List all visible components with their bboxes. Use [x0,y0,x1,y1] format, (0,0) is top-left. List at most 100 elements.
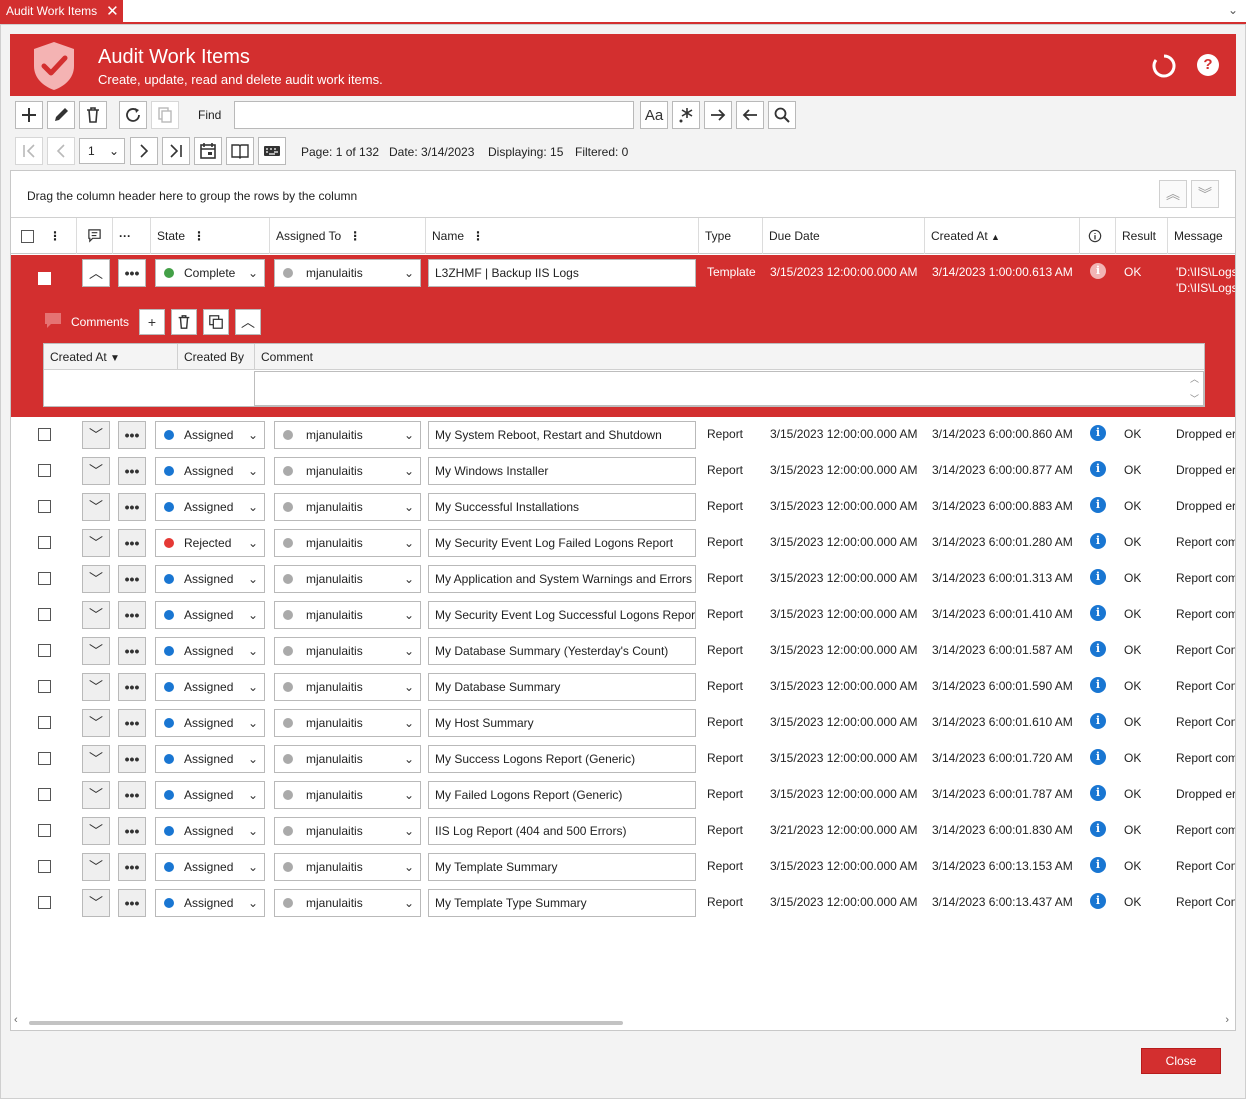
edit-button[interactable] [47,101,75,129]
select-all-checkbox[interactable] [21,230,34,243]
expand-row-button[interactable]: ﹀ [82,817,110,845]
column-header-message[interactable]: Message [1167,218,1235,254]
calendar-button[interactable] [194,137,222,165]
column-header-name[interactable]: Name ⋮ [425,218,698,254]
match-case-button[interactable]: Aa [640,101,668,129]
delete-button[interactable] [79,101,107,129]
row-checkbox[interactable] [38,536,51,549]
row-checkbox[interactable] [38,572,51,585]
row-actions-button[interactable]: ••• [118,817,146,845]
state-select[interactable]: Assigned ⌄ [155,565,265,593]
row-checkbox[interactable] [38,788,51,801]
name-input[interactable]: My Successful Installations [428,493,696,521]
info-icon[interactable]: i [1090,893,1106,909]
expand-row-button[interactable]: ﹀ [82,709,110,737]
row-checkbox[interactable] [38,272,51,285]
kebab-icon[interactable]: ⋮ [193,218,205,254]
kebab-icon[interactable]: ⋮ [472,218,484,254]
kebab-icon[interactable]: ⋮ [349,218,361,254]
group-panel[interactable]: Drag the column header here to group the… [11,171,1235,218]
assigned-to-select[interactable]: mjanulaitis ⌄ [274,637,421,665]
page-select[interactable]: 1 ⌄ [79,138,125,164]
comments-column-header[interactable] [76,218,112,254]
row-checkbox[interactable] [38,752,51,765]
expand-row-button[interactable]: ﹀ [82,673,110,701]
assigned-to-select[interactable]: mjanulaitis ⌄ [274,889,421,917]
state-select[interactable]: Assigned ⌄ [155,781,265,809]
expand-row-button[interactable]: ﹀ [82,601,110,629]
state-select[interactable]: Assigned ⌄ [155,817,265,845]
assigned-to-select[interactable]: mjanulaitis ⌄ [274,853,421,881]
name-input[interactable]: My Application and System Warnings and E… [428,565,696,593]
assigned-to-select[interactable]: mjanulaitis ⌄ [274,709,421,737]
refresh-button[interactable] [119,101,147,129]
assigned-to-select[interactable]: mjanulaitis ⌄ [274,457,421,485]
row-checkbox[interactable] [38,896,51,909]
row-actions-button[interactable]: ••• [118,709,146,737]
find-next-button[interactable] [704,101,732,129]
expand-row-button[interactable]: ﹀ [82,457,110,485]
column-header-info[interactable] [1079,218,1115,254]
name-input[interactable]: My Security Event Log Successful Logons … [428,601,696,629]
row-checkbox[interactable] [38,428,51,441]
actions-column-header[interactable]: ··· [112,218,150,254]
row-actions-button[interactable]: ••• [118,493,146,521]
next-page-button[interactable] [130,137,158,165]
scroll-left-icon[interactable]: ‹ [14,1014,18,1026]
table-row[interactable]: ﹀ ••• Assigned ⌄ mjanulaitis ⌄ My Securi… [11,597,1235,633]
column-header-state[interactable]: State ⋮ [150,218,269,254]
table-row[interactable]: ﹀ ••• Assigned ⌄ mjanulaitis ⌄ My Window… [11,453,1235,489]
table-row[interactable]: ﹀ ••• Assigned ⌄ mjanulaitis ⌄ My System… [11,417,1235,453]
name-input[interactable]: My Template Type Summary [428,889,696,917]
first-page-button[interactable] [15,137,43,165]
chevron-down-icon[interactable]: ⌄ [1228,3,1238,17]
info-icon[interactable]: i [1090,461,1106,477]
name-input[interactable]: My Security Event Log Failed Logons Repo… [428,529,696,557]
row-actions-button[interactable]: ••• [118,259,146,287]
info-icon[interactable]: i [1090,749,1106,765]
name-input[interactable]: My Failed Logons Report (Generic) [428,781,696,809]
comments-col-created-by[interactable]: Created By [177,344,254,370]
assigned-to-select[interactable]: mjanulaitis ⌄ [274,745,421,773]
state-select[interactable]: Assigned ⌄ [155,637,265,665]
collapse-comments-button[interactable]: ︿ [235,309,261,335]
row-actions-button[interactable]: ••• [118,457,146,485]
table-row[interactable]: ﹀ ••• Assigned ⌄ mjanulaitis ⌄ My Host S… [11,705,1235,741]
row-actions-button[interactable]: ••• [118,421,146,449]
row-actions-button[interactable]: ••• [118,529,146,557]
delete-comment-button[interactable] [171,309,197,335]
assigned-to-select[interactable]: mjanulaitis ⌄ [274,259,421,287]
state-select[interactable]: Assigned ⌄ [155,457,265,485]
assigned-to-select[interactable]: mjanulaitis ⌄ [274,601,421,629]
row-actions-button[interactable]: ••• [118,673,146,701]
expand-row-button[interactable]: ﹀ [82,421,110,449]
table-row[interactable]: ﹀ ••• Assigned ⌄ mjanulaitis ⌄ My Templa… [11,885,1235,921]
search-button[interactable] [768,101,796,129]
column-header-created-at[interactable]: Created At ▲ [924,218,1079,254]
row-checkbox[interactable] [38,608,51,621]
expand-row-button[interactable]: ﹀ [82,781,110,809]
row-actions-button[interactable]: ••• [118,637,146,665]
close-icon[interactable]: ✕ [106,4,119,19]
name-input[interactable]: My Database Summary [428,673,696,701]
refresh-spinner-icon[interactable] [1152,54,1176,78]
table-row[interactable]: ﹀ ••• Assigned ⌄ mjanulaitis ⌄ My Databa… [11,633,1235,669]
row-checkbox[interactable] [38,464,51,477]
info-icon[interactable]: i [1090,533,1106,549]
name-input[interactable]: L3ZHMF | Backup IIS Logs [428,259,696,287]
table-row[interactable]: ﹀ ••• Assigned ⌄ mjanulaitis ⌄ My Succes… [11,741,1235,777]
column-header-result[interactable]: Result [1115,218,1167,254]
close-button[interactable]: Close [1141,1048,1221,1074]
expand-row-button[interactable]: ﹀ [82,637,110,665]
row-actions-button[interactable]: ••• [118,565,146,593]
info-icon[interactable]: i [1090,785,1106,801]
name-input[interactable]: My Template Summary [428,853,696,881]
add-button[interactable] [15,101,43,129]
expand-row-button[interactable]: ﹀ [82,745,110,773]
state-select[interactable]: Assigned ⌄ [155,745,265,773]
name-input[interactable]: My Success Logons Report (Generic) [428,745,696,773]
state-select[interactable]: Rejected ⌄ [155,529,265,557]
row-actions-button[interactable]: ••• [118,889,146,917]
assigned-to-select[interactable]: mjanulaitis ⌄ [274,817,421,845]
expand-row-button[interactable]: ﹀ [82,493,110,521]
